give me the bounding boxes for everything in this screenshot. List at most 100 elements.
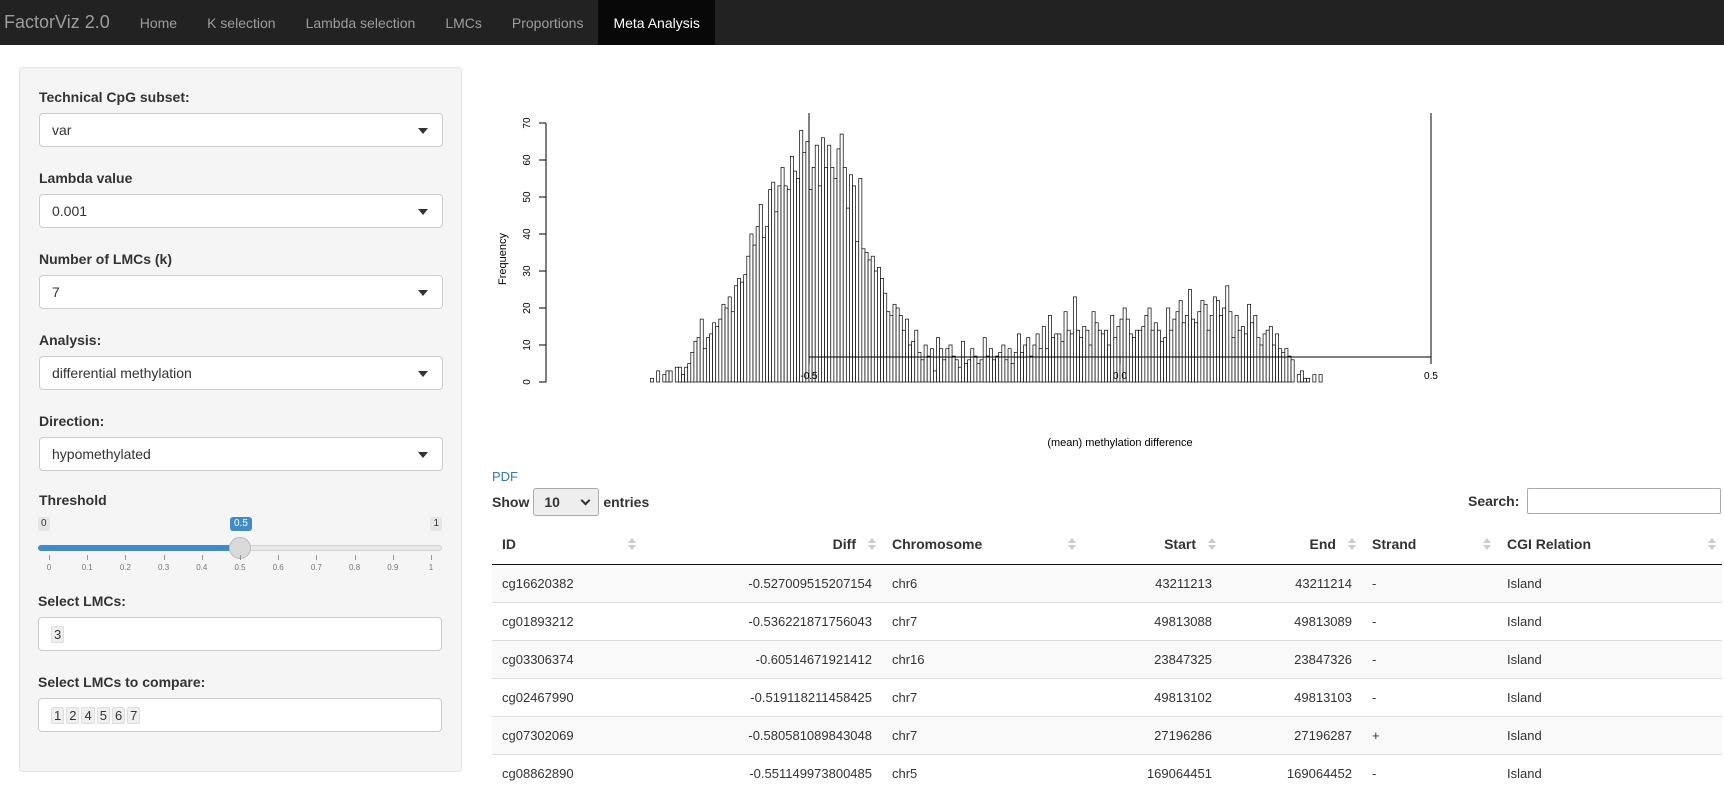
histogram-bar [914, 329, 919, 383]
histogram-bar [1166, 307, 1171, 383]
app-brand[interactable]: FactorViz 2.0 [0, 0, 125, 45]
cpg-subset-select[interactable]: var [39, 113, 443, 147]
compare-lmc-tag[interactable]: 2 [66, 706, 80, 724]
histogram-bar [926, 355, 931, 383]
histogram-bar [1200, 300, 1205, 383]
tab-proportions[interactable]: Proportions [497, 0, 599, 45]
column-header-strand[interactable]: Strand [1362, 525, 1497, 565]
lambda-select[interactable]: 0.001 [39, 194, 443, 228]
histogram-bar [985, 355, 990, 383]
table-cell-cgi-relation: Island [1497, 563, 1722, 602]
slider-tick [87, 555, 89, 560]
histogram-bar [824, 167, 829, 383]
histogram-bar [1163, 337, 1167, 383]
compare-lmc-tag[interactable]: 6 [111, 706, 126, 724]
histogram-bar [1060, 340, 1065, 383]
histogram-bar [802, 152, 807, 383]
column-header-chromosome[interactable]: Chromosome [882, 525, 1082, 565]
column-header-cgi-relation[interactable]: CGI Relation [1497, 525, 1722, 565]
slider-tick-label: 0.2 [119, 563, 131, 572]
histogram-bar [1048, 315, 1052, 383]
results-table: ID Diff Chromosome Start End Strand CGI … [492, 525, 1722, 792]
table-row[interactable]: cg01893212 -0.536221871756043 chr7 49813088… [492, 601, 1722, 640]
slider-tick-label: 0.9 [387, 563, 399, 572]
direction-label: Direction: [39, 413, 105, 429]
threshold-label: Threshold [39, 492, 107, 508]
caret-down-icon [418, 452, 428, 458]
histogram-bar [1219, 315, 1223, 383]
table-cell-diff: -0.527009515207154 [642, 563, 882, 602]
histogram-bar [920, 359, 925, 383]
histogram-bar [1007, 348, 1012, 383]
histogram-bar [923, 344, 928, 383]
compare-lmc-tag[interactable]: 5 [96, 706, 110, 724]
tab-lambda-selection[interactable]: Lambda selection [291, 0, 431, 45]
table-row[interactable]: cg02467990 -0.519118211458425 chr7 49813102… [492, 677, 1722, 716]
tab-meta-analysis[interactable]: Meta Analysis [598, 0, 715, 45]
compare-lmcs-input[interactable]: 1 2 4 5 6 7 [38, 698, 442, 732]
direction-select[interactable]: hypomethylated [39, 437, 443, 471]
table-cell-strand: - [1362, 753, 1497, 792]
histogram-bar [1216, 300, 1220, 383]
table-cell-start: 43211213 [1082, 563, 1222, 602]
histogram-bar [1054, 333, 1059, 383]
histogram-bar [690, 352, 695, 383]
tab-k-selection[interactable]: K selection [192, 0, 290, 45]
histogram-bar [939, 348, 944, 383]
table-cell-strand: - [1362, 563, 1497, 602]
histogram-bar [880, 278, 884, 383]
histogram-bar [1029, 355, 1034, 383]
table-row[interactable]: cg07302069 -0.580581089843048 chr7 27196286… [492, 715, 1722, 754]
table-row[interactable]: cg03306374 -0.60514671921412 chr16 23847325… [492, 639, 1722, 678]
show-label: Show [492, 494, 530, 510]
histogram-bar [961, 340, 965, 383]
histogram-bar [1222, 307, 1227, 383]
entries-select[interactable]: 10 [533, 488, 600, 516]
histogram-bar [1147, 307, 1152, 383]
histogram-bar [839, 133, 844, 383]
histogram-bar [771, 181, 776, 383]
table-header-row: ID Diff Chromosome Start End Strand CGI … [492, 525, 1722, 565]
slider-tick-label: 0.7 [310, 563, 322, 572]
compare-lmc-tag[interactable]: 1 [51, 706, 65, 724]
compare-lmc-tag[interactable]: 7 [127, 706, 141, 724]
histogram-bar [1100, 333, 1105, 383]
sort-icon [868, 538, 876, 550]
table-row[interactable]: cg08862890 -0.551149973800485 chr5 16906445… [492, 753, 1722, 792]
tab-home[interactable]: Home [125, 0, 192, 45]
select-lmcs-input[interactable]: 3 [38, 617, 442, 651]
column-header-start[interactable]: Start [1082, 525, 1222, 565]
table-cell-chromosome: chr6 [882, 563, 1082, 602]
tab-lmcs[interactable]: LMCs [430, 0, 497, 45]
histogram-bar [774, 211, 779, 383]
caret-down-icon [418, 290, 428, 296]
entries-control: Show 10 entries [492, 488, 649, 516]
threshold-slider[interactable]: 0 1 0.5 0 0.1 0.2 0.3 0.4 0.5 0.6 0.7 0.8 0.9 1 [38, 514, 442, 574]
column-header-diff[interactable]: Diff [642, 525, 882, 565]
histogram-bar [793, 170, 797, 383]
column-header-id[interactable]: ID [492, 525, 642, 565]
slider-tick-label: 0 [46, 563, 52, 572]
histogram-bar [1035, 333, 1040, 383]
y-axis-label: Frequency [497, 233, 509, 285]
table-cell-chromosome: chr16 [882, 639, 1082, 678]
search-input[interactable] [1527, 488, 1721, 514]
k-select[interactable]: 7 [39, 275, 443, 309]
histogram-bar [1237, 329, 1242, 383]
histogram-bar [1017, 333, 1021, 383]
pdf-download-link[interactable]: PDF [492, 469, 518, 484]
histogram-bar [861, 248, 866, 383]
table-row[interactable]: cg16620382 -0.527009515207154 chr6 43211213… [492, 563, 1722, 602]
navbar: FactorViz 2.0 Home K selection Lambda se… [0, 0, 1724, 45]
column-header-end[interactable]: End [1222, 525, 1362, 565]
histogram-bar [1178, 300, 1183, 383]
histogram-bar [1206, 329, 1211, 383]
analysis-value: differential methylation [52, 365, 192, 381]
slider-tick [392, 555, 394, 560]
analysis-select[interactable]: differential methylation [39, 356, 443, 390]
table-cell-end: 43211214 [1222, 563, 1362, 602]
y-tick-label: 10 [522, 339, 533, 351]
compare-lmc-tag[interactable]: 4 [81, 706, 95, 724]
table-cell-end: 169064452 [1222, 753, 1362, 792]
histogram-bar [749, 233, 754, 383]
